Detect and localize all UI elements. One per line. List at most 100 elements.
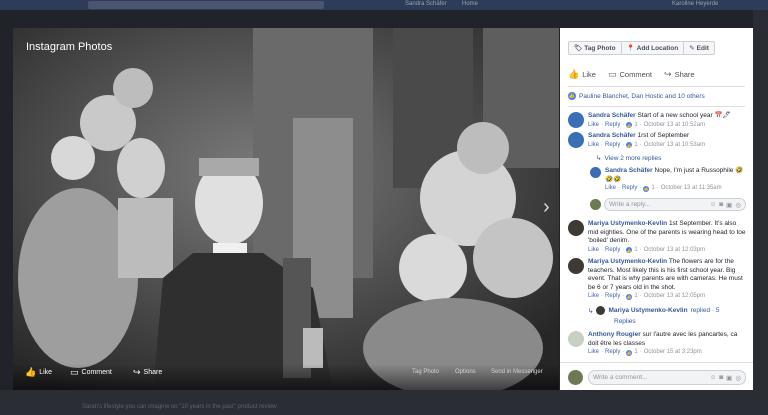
comment-like-link[interactable]: Like <box>588 348 599 357</box>
comment-author[interactable]: Sandra Schäfer <box>588 132 636 139</box>
add-location-button[interactable]: 📍 Add Location <box>622 42 685 54</box>
comment-like-link[interactable]: Like <box>588 141 599 150</box>
comment-like-link[interactable]: Like <box>588 292 599 301</box>
comment-like-link[interactable]: Like <box>588 246 599 255</box>
tag-photo-button[interactable]: 🏷 Tag Photo <box>569 42 622 54</box>
emoji-icon[interactable]: ☺ <box>710 201 717 209</box>
comment-author[interactable]: Anthony Rougier <box>588 331 641 338</box>
reply-meta: Like · Reply · 👍 1 · October 13 at 11:35am <box>605 184 722 193</box>
reply-like-count: 1 <box>651 185 655 191</box>
avatar[interactable] <box>568 220 584 236</box>
photo-messenger-link[interactable]: Send in Messenger <box>491 369 543 375</box>
tag-icon: 🏷 <box>574 45 583 52</box>
comment-icon: ▭ <box>607 69 617 79</box>
comment-meta: Like · Reply · 👍 1 · October 15 at 3:23pm <box>588 348 702 357</box>
comment-time[interactable]: October 13 at 12:03pm <box>644 246 705 255</box>
view-more-replies-label: View 2 more replies <box>604 154 662 162</box>
like-label: Like <box>582 70 596 79</box>
like-button[interactable]: 👍 Like <box>568 69 596 80</box>
comment-text: Start of a new school year 📅🖊 <box>637 112 731 119</box>
comment-time[interactable]: October 13 at 10:53am <box>644 141 705 150</box>
avatar[interactable] <box>568 132 584 148</box>
comment-reply-link[interactable]: Reply <box>605 121 620 130</box>
divider <box>568 106 745 107</box>
like-icon: 👍 <box>626 293 633 300</box>
like-icon: 👍 <box>626 142 633 148</box>
comment-author[interactable]: Sandra Schäfer <box>588 112 636 119</box>
photo-share-button[interactable]: ↪ Share <box>133 367 162 378</box>
photo-comment-label: Comment <box>81 369 112 376</box>
thumbs-up-icon: 👍 <box>25 367 37 377</box>
comment-item: Sandra Schäfer Start of a new school yea… <box>568 112 748 130</box>
share-label: Share <box>674 70 695 79</box>
write-reply-placeholder: Write a reply... <box>609 201 651 208</box>
share-icon: ↪ <box>664 69 672 79</box>
reply-like-link[interactable]: Like <box>605 184 616 193</box>
avatar <box>568 370 583 385</box>
avatar[interactable] <box>568 258 584 274</box>
reply-arrow-icon: ↳ <box>588 307 594 315</box>
pencil-icon: ✎ <box>689 45 695 52</box>
comment-author[interactable]: Mariya Ustymenko-Kevlin <box>588 220 667 227</box>
divider <box>568 86 745 87</box>
next-photo-arrow-icon[interactable]: › <box>543 196 550 219</box>
facebook-topbar: Sandra Schäfer Home Karoline Heyerde <box>0 0 768 10</box>
reply-author[interactable]: Sandra Schäfer <box>605 167 653 174</box>
background-sidebar <box>753 10 768 390</box>
topbar-contact: Karoline Heyerde <box>672 1 719 7</box>
comment-reply-link[interactable]: Reply <box>605 348 620 357</box>
reply-time[interactable]: October 13 at 11:35am <box>661 184 722 193</box>
comment-reply-link[interactable]: Reply <box>605 292 620 301</box>
edit-button[interactable]: ✎ Edit <box>684 42 714 54</box>
edit-label: Edit <box>696 44 709 52</box>
replies-summary-link[interactable]: ↳ Mariya Ustymenko-Kevlin replied · 5 Re… <box>588 306 748 325</box>
view-more-replies-link[interactable]: ↳ View 2 more replies <box>596 154 662 163</box>
avatar <box>590 199 601 210</box>
comment-button[interactable]: ▭ Comment <box>608 69 652 80</box>
avatar[interactable] <box>568 331 584 347</box>
emoji-icon[interactable]: ☺ <box>710 374 717 382</box>
photo-like-button[interactable]: 👍 Like <box>25 367 52 378</box>
reply-reply-link[interactable]: Reply <box>622 184 637 193</box>
camera-icon[interactable]: ◙ <box>719 201 723 209</box>
photo-comment-button[interactable]: ▭ Comment <box>70 367 112 378</box>
sticker-icon[interactable]: ◎ <box>735 374 741 382</box>
comment-time[interactable]: October 13 at 12:05pm <box>644 292 705 301</box>
topbar-home[interactable]: Home <box>462 1 478 7</box>
comment-author[interactable]: Mariya Ustymenko-Kevlin <box>588 258 667 265</box>
topbar-search[interactable] <box>88 1 324 9</box>
photo-share-label: Share <box>143 369 163 376</box>
write-reply-input[interactable]: Write a reply... ☺ ◙ ▣ ◎ <box>604 198 746 211</box>
write-comment-input[interactable]: Write a comment... ☺ ◙ ▣ ◎ <box>588 370 746 385</box>
photo-side-panel: 🏷 Tag Photo 📍 Add Location ✎ Edit 👍 Like… <box>560 28 753 390</box>
location-pin-icon: 📍 <box>626 45 635 52</box>
comment-text: 1rst of September <box>637 132 690 139</box>
share-icon: ↪ <box>133 367 141 377</box>
sticker-icon[interactable]: ◎ <box>735 201 741 209</box>
comment-time[interactable]: October 13 at 10:52am <box>644 121 705 130</box>
avatar <box>596 306 606 315</box>
likes-summary[interactable]: 👍 Pauline Blanchet, Dan Hostic and 10 ot… <box>568 92 705 100</box>
avatar[interactable] <box>590 167 601 178</box>
camera-icon[interactable]: ◙ <box>719 374 723 382</box>
photo-like-label: Like <box>39 369 53 376</box>
comment-reply-link[interactable]: Reply <box>605 141 620 150</box>
comment-icon: ▭ <box>70 367 79 377</box>
add-location-label: Add Location <box>636 44 679 52</box>
topbar-user[interactable]: Sandra Schäfer <box>405 1 447 7</box>
photo-viewer[interactable]: › 👍 Like ▭ Comment ↪ Share Tag Photo Opt… <box>13 28 559 390</box>
comment-like-count: 1 <box>634 293 638 299</box>
comment-time[interactable]: October 15 at 3:23pm <box>644 348 702 357</box>
photo-toolbar: 🏷 Tag Photo 📍 Add Location ✎ Edit <box>568 41 715 55</box>
share-button[interactable]: ↪ Share <box>664 69 695 80</box>
gif-icon[interactable]: ▣ <box>726 201 732 209</box>
photo-tag-link[interactable]: Tag Photo <box>412 369 439 375</box>
comment-reply-link[interactable]: Reply <box>605 246 620 255</box>
avatar[interactable] <box>568 112 584 128</box>
comment-meta: Like · Reply · 👍 1 · October 13 at 12:03pm <box>588 246 706 255</box>
photo-options-link[interactable]: Options <box>455 369 476 375</box>
thumbs-up-icon: 👍 <box>568 69 580 79</box>
like-badge-icon: 👍 <box>568 92 576 100</box>
comment-like-link[interactable]: Like <box>588 121 599 130</box>
gif-icon[interactable]: ▣ <box>726 374 732 382</box>
